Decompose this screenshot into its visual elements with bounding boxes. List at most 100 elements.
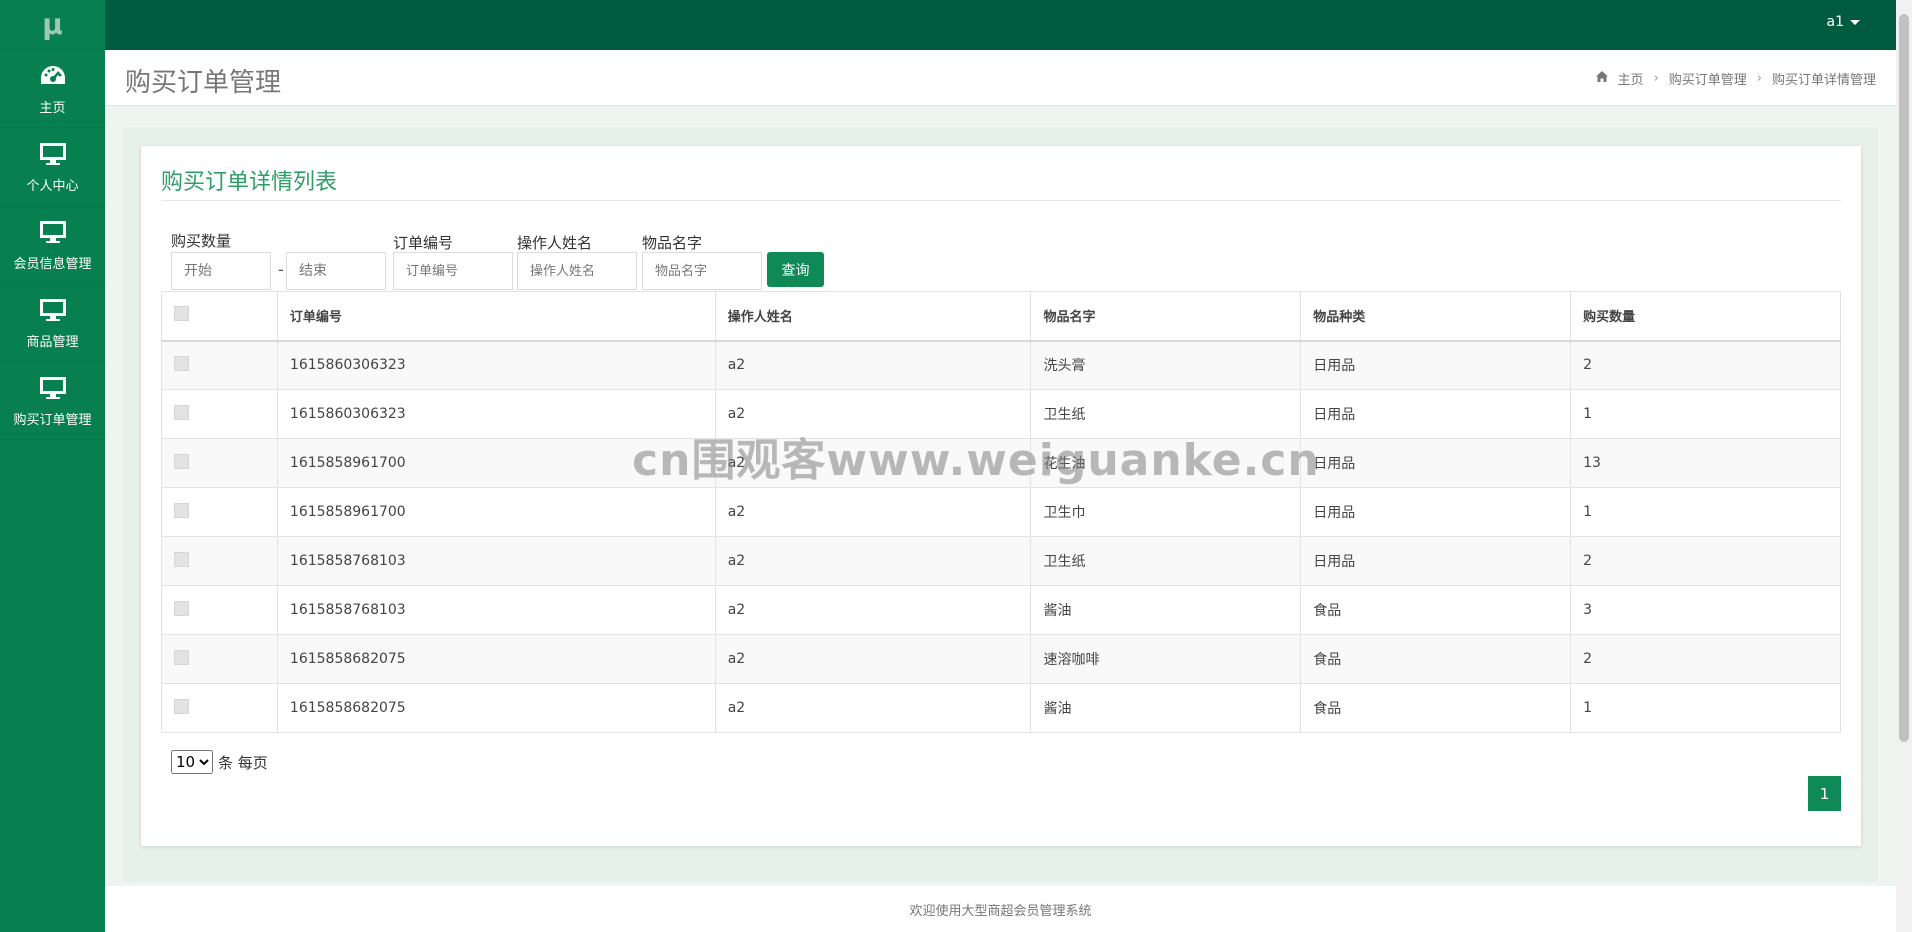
scrollbar-thumb[interactable]: [1899, 14, 1909, 742]
sidebar-item-profile[interactable]: 个人中心: [0, 128, 105, 206]
item-name-cell: 酱油: [1030, 585, 1302, 635]
query-button[interactable]: 查询: [767, 252, 824, 287]
select-all-cell: [161, 291, 278, 342]
page-scrollbar[interactable]: [1896, 0, 1912, 932]
user-menu[interactable]: a1: [1827, 14, 1860, 30]
column-header[interactable]: 订单编号: [276, 291, 716, 342]
table-row[interactable]: 1615858682075 a2 速溶咖啡 食品 2: [161, 634, 1841, 684]
item-name-cell: 酱油: [1030, 683, 1302, 733]
item-category-cell: 日用品: [1300, 536, 1572, 586]
table-row[interactable]: 1615860306323 a2 洗头膏 日用品 2: [161, 340, 1841, 390]
page-header: 购买订单管理 主页 › 购买订单管理 › 购买订单详情管理: [105, 50, 1896, 106]
page-title: 购买订单管理: [125, 68, 282, 98]
row-select-cell: [161, 487, 278, 537]
operator-cell: a2: [714, 683, 1032, 733]
operator-cell: a2: [714, 585, 1032, 635]
footer: 欢迎使用大型商超会员管理系统: [105, 886, 1896, 932]
item-name-cell: 卫生纸: [1030, 389, 1302, 439]
quantity-cell: 13: [1570, 438, 1841, 488]
order-number-cell: 1615858682075: [276, 683, 716, 733]
row-select-cell: [161, 634, 278, 684]
row-checkbox[interactable]: [174, 453, 189, 469]
breadcrumb-order-details: 购买订单详情管理: [1771, 73, 1876, 88]
row-checkbox[interactable]: [174, 600, 189, 616]
quantity-cell: 2: [1570, 634, 1841, 684]
row-select-cell: [161, 536, 278, 586]
quantity-label: 购买数量: [171, 232, 232, 250]
monitor-icon: [38, 139, 68, 169]
table-header-row: 订单编号 操作人姓名 物品名字 物品种类 购买数量: [161, 291, 1841, 342]
sidebar-item-orders[interactable]: 购买订单管理: [0, 362, 105, 440]
item-category-cell: 食品: [1300, 683, 1572, 733]
dashboard-icon: [38, 61, 68, 91]
item-category-cell: 食品: [1300, 634, 1572, 684]
table-row[interactable]: 1615858961700 a2 卫生巾 日用品 1: [161, 487, 1841, 537]
row-checkbox[interactable]: [174, 355, 189, 371]
quantity-cell: 2: [1570, 536, 1841, 586]
sidebar-item-members[interactable]: 会员信息管理: [0, 206, 105, 284]
select-all-checkbox[interactable]: [174, 306, 189, 322]
row-select-cell: [161, 585, 278, 635]
row-checkbox[interactable]: [174, 698, 189, 714]
logo: μ: [0, 0, 105, 50]
range-dash: -: [278, 260, 284, 279]
operator-input[interactable]: [517, 252, 637, 290]
caret-down-icon: [1850, 19, 1860, 25]
top-bar: a1: [0, 0, 1896, 50]
operator-cell: a2: [714, 634, 1032, 684]
order-number-cell: 1615858961700: [276, 438, 716, 488]
quantity-cell: 2: [1570, 340, 1841, 390]
order-number-cell: 1615858961700: [276, 487, 716, 537]
table-row[interactable]: 1615858768103 a2 卫生纸 日用品 2: [161, 536, 1841, 586]
chevron-right-icon: ›: [1653, 71, 1659, 86]
item-name-cell: 洗头膏: [1030, 340, 1302, 390]
quantity-end-input[interactable]: [286, 252, 386, 290]
item-name-cell: 卫生巾: [1030, 487, 1302, 537]
item-category-cell: 日用品: [1300, 389, 1572, 439]
chevron-right-icon: ›: [1756, 71, 1762, 86]
page-button-current[interactable]: 1: [1808, 776, 1841, 811]
sidebar-item-label: 个人中心: [26, 179, 79, 194]
quantity-cell: 1: [1570, 487, 1841, 537]
table-row[interactable]: 1615858682075 a2 酱油 食品 1: [161, 683, 1841, 733]
column-header[interactable]: 物品名字: [1030, 291, 1302, 342]
order-number-input[interactable]: [393, 252, 513, 290]
item-name-cell: 卫生纸: [1030, 536, 1302, 586]
page-size-control: 10 条 每页: [171, 750, 268, 774]
sidebar-item-label: 会员信息管理: [13, 257, 92, 272]
operator-cell: a2: [714, 536, 1032, 586]
row-checkbox[interactable]: [174, 551, 189, 567]
breadcrumb-orders[interactable]: 购买订单管理: [1669, 69, 1747, 88]
breadcrumb-home[interactable]: 主页: [1618, 69, 1644, 88]
page-size-select[interactable]: 10: [171, 750, 213, 774]
item-name-cell: 速溶咖啡: [1030, 634, 1302, 684]
table-row[interactable]: 1615858961700 a2 花生油 日用品 13: [161, 438, 1841, 488]
sidebar-item-products[interactable]: 商品管理: [0, 284, 105, 362]
column-header[interactable]: 购买数量: [1570, 291, 1841, 342]
row-checkbox[interactable]: [174, 404, 189, 420]
column-header[interactable]: 物品种类: [1300, 291, 1572, 342]
row-select-cell: [161, 683, 278, 733]
table-row[interactable]: 1615860306323 a2 卫生纸 日用品 1: [161, 389, 1841, 439]
operator-label: 操作人姓名: [517, 234, 593, 252]
quantity-cell: 1: [1570, 683, 1841, 733]
table-row[interactable]: 1615858768103 a2 酱油 食品 3: [161, 585, 1841, 635]
sidebar-item-label: 购买订单管理: [13, 413, 92, 428]
divider: [161, 200, 1841, 201]
row-checkbox[interactable]: [174, 502, 189, 518]
order-table: 订单编号 操作人姓名 物品名字 物品种类 购买数量 1615860306323 …: [161, 291, 1841, 733]
row-checkbox[interactable]: [174, 649, 189, 665]
quantity-cell: 1: [1570, 389, 1841, 439]
order-number-cell: 1615860306323: [276, 389, 716, 439]
quantity-start-input[interactable]: [171, 252, 271, 290]
sidebar-item-home[interactable]: 主页: [0, 50, 105, 128]
item-name-label: 物品名字: [642, 234, 703, 252]
item-category-cell: 日用品: [1300, 438, 1572, 488]
quantity-cell: 3: [1570, 585, 1841, 635]
breadcrumb: 主页 › 购买订单管理 › 购买订单详情管理: [1595, 69, 1876, 88]
page-size-text: 条 每页: [218, 753, 268, 772]
order-detail-card: 购买订单详情列表 购买数量 - 订单编号 操作人姓名 物品名字 查询 订单编号 …: [141, 146, 1861, 846]
item-name-input[interactable]: [642, 252, 762, 290]
column-header[interactable]: 操作人姓名: [714, 291, 1032, 342]
item-category-cell: 日用品: [1300, 487, 1572, 537]
